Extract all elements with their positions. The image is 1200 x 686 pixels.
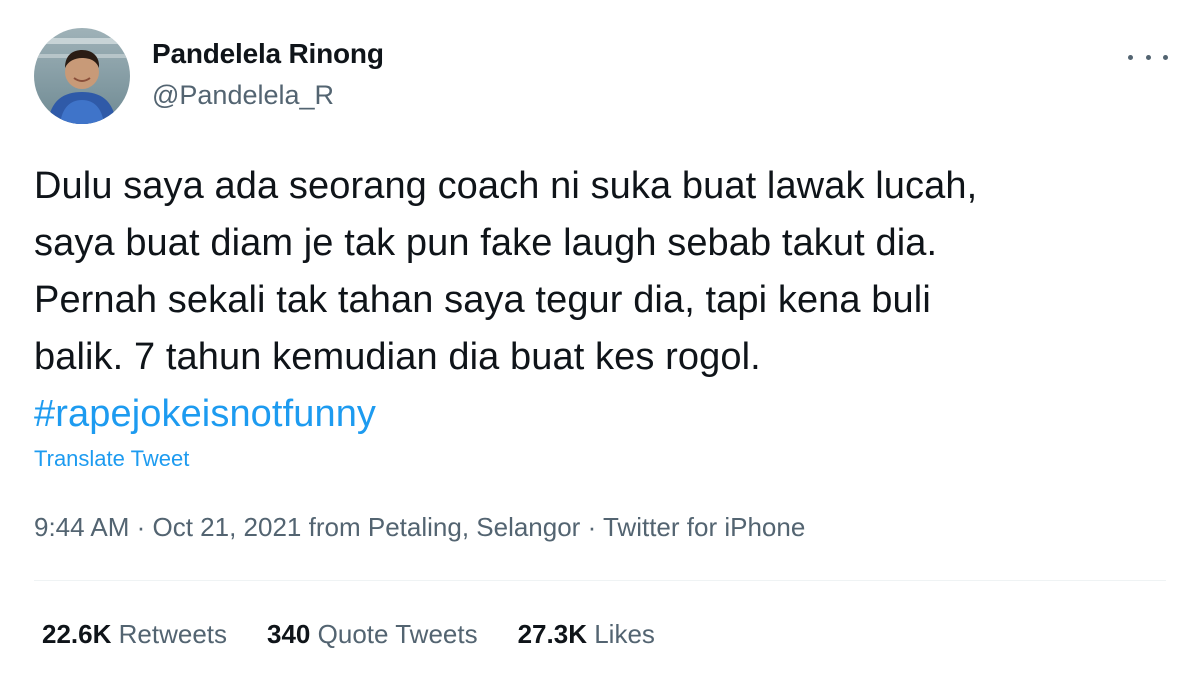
avatar[interactable]	[34, 28, 130, 124]
tweet-meta: 9:44 AM · Oct 21, 2021 from Petaling, Se…	[34, 512, 805, 543]
quote-tweets-stat[interactable]: 340 Quote Tweets	[267, 619, 478, 650]
more-icon[interactable]	[1128, 46, 1168, 68]
tweet-date[interactable]: Oct 21, 2021	[153, 512, 302, 542]
avatar-photo	[34, 28, 130, 124]
tweet-card: Pandelela Rinong @Pandelela_R Dulu saya …	[0, 0, 1200, 686]
hashtag-link[interactable]: #rapejokeisnotfunny	[34, 386, 1184, 443]
divider	[34, 580, 1166, 581]
meta-from: from	[301, 512, 368, 542]
meta-separator: ·	[129, 512, 153, 542]
likes-label: Likes	[594, 619, 655, 649]
tweet-location[interactable]: Petaling, Selangor	[368, 512, 580, 542]
likes-stat[interactable]: 27.3K Likes	[518, 619, 655, 650]
display-name[interactable]: Pandelela Rinong	[152, 38, 384, 70]
likes-count: 27.3K	[517, 619, 587, 649]
quote-tweets-label: Quote Tweets	[317, 619, 478, 649]
user-handle[interactable]: @Pandelela_R	[152, 80, 334, 111]
retweets-stat[interactable]: 22.6K Retweets	[42, 619, 227, 650]
retweets-label: Retweets	[118, 619, 228, 649]
more-dot	[1128, 54, 1133, 60]
meta-separator: ·	[580, 512, 603, 542]
translate-tweet-link[interactable]: Translate Tweet	[34, 446, 189, 472]
tweet-line: balik. 7 tahun kemudian dia buat kes rog…	[34, 336, 761, 378]
tweet-source[interactable]: Twitter for iPhone	[603, 512, 805, 542]
retweets-count: 22.6K	[42, 619, 112, 649]
tweet-line: Pernah sekali tak tahan saya tegur dia, …	[34, 279, 931, 321]
tweet-text: Dulu saya ada seorang coach ni suka buat…	[34, 158, 1184, 443]
tweet-line: saya buat diam je tak pun fake laugh seb…	[34, 222, 938, 264]
tweet-time[interactable]: 9:44 AM	[34, 512, 129, 542]
tweet-line: Dulu saya ada seorang coach ni suka buat…	[34, 165, 978, 207]
more-dot	[1163, 54, 1168, 60]
engagement-stats: 22.6K Retweets 340 Quote Tweets 27.3K Li…	[42, 619, 695, 650]
quote-tweets-count: 340	[267, 619, 311, 649]
more-dot	[1145, 54, 1151, 60]
